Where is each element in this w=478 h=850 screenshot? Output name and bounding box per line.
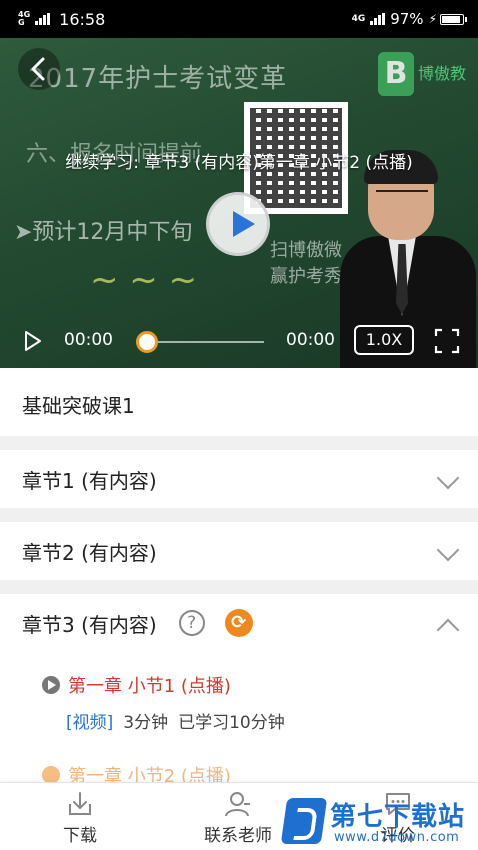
site-watermark: 第七下载站 www.d7down.com [280,796,474,848]
chevron-down-icon [436,538,460,562]
contact-person-icon [225,792,250,817]
course-title: 基础突破课1 [0,368,478,450]
chapter-item-2[interactable]: 章节2 (有内容) [0,522,478,580]
divider [0,508,478,522]
signal-icon-right [370,13,386,25]
chapter-item-3[interactable]: 章节3 (有内容) ? ⟳ [0,594,478,652]
play-icon[interactable] [24,330,42,352]
status-right: 4G 97% ⚡ [351,10,467,28]
chevron-up-icon [436,618,460,642]
play-circle-icon [42,676,60,694]
board-logo-text: 博傲教 [418,64,467,83]
chevron-down-icon [436,466,460,490]
battery-percent: 97% [390,10,424,28]
chapter-label: 章节3 (有内容) [22,612,157,637]
chapter-label: 章节1 (有内容) [22,468,157,493]
lesson-title-row: 第一章 小节1 (点播) [42,672,462,698]
divider [0,580,478,594]
progress-handle[interactable] [136,331,158,353]
chapter-item-1[interactable]: 章节1 (有内容) [0,450,478,508]
resume-learning-text[interactable]: 继续学习: 章节3 (有内容)第一章 小节2 (点播) [0,148,478,173]
watermark-name: 第七下载站 [330,802,466,832]
nav-download[interactable]: 下载 [20,789,140,846]
current-time: 00:00 [64,330,113,350]
board-line-3: 扫博傲微 赢护考秀 [270,238,342,290]
clock: 16:58 [59,9,106,29]
help-icon[interactable]: ? [178,610,205,636]
status-left: 4G G 16:58 [18,10,105,29]
nav-download-label: 下载 [63,826,97,846]
network-type-right: 4G [351,14,366,24]
network-type-label-secondary: G [18,18,25,27]
board-line-4-text: 赢护考秀 [270,266,342,287]
status-bar: 4G G 16:58 4G 97% ⚡ [0,0,478,38]
battery-icon: ⚡ [429,12,467,26]
lesson-duration: 3分钟 [123,713,169,733]
download-icon [69,792,91,815]
play-button-large[interactable] [206,192,270,256]
watermark-logo-icon [280,798,328,844]
chapter-label: 章节2 (有内容) [22,540,157,565]
board-line-2: ➤预计12月中下旬 [14,220,193,245]
fullscreen-icon[interactable] [434,328,460,354]
refresh-icon[interactable]: ⟳ [224,609,253,637]
lesson-title: 第一章 小节1 (点播) [68,676,231,697]
chalk-scribble: ~ ~ ~ [90,260,198,300]
watermark-url: www.d7down.com [334,830,460,845]
lesson-progress: 已学习10分钟 [178,713,285,733]
progress-track[interactable] [146,341,264,343]
board-logo-icon: B [378,52,414,96]
network-indicator: 4G G [18,11,30,27]
app-screen: 4G G 16:58 4G 97% ⚡ 2017年护士考试变革 B 博傲教 六、… [0,0,478,850]
total-time: 00:00 [286,330,335,350]
board-title: 2017年护士考试变革 [28,64,288,94]
lesson-item[interactable]: 第一章 小节1 (点播) [视频] 3分钟 已学习10分钟 [42,672,462,733]
nav-contact-label: 联系老师 [204,826,272,846]
lesson-meta: [视频] 3分钟 已学习10分钟 [66,708,462,733]
lesson-type: [视频] [66,713,114,733]
back-button[interactable] [18,48,60,90]
signal-icon [35,13,51,25]
nav-contact-teacher[interactable]: 联系老师 [178,789,298,846]
player-controls: 00:00 00:00 1.0X [0,322,478,362]
video-player[interactable]: 2017年护士考试变革 B 博傲教 六、报名时间提前 ➤预计12月中下旬 扫博傲… [0,38,478,368]
board-line-3-text: 扫博傲微 [270,240,342,261]
chevron-left-icon [31,57,45,81]
playback-speed-button[interactable]: 1.0X [354,325,414,355]
